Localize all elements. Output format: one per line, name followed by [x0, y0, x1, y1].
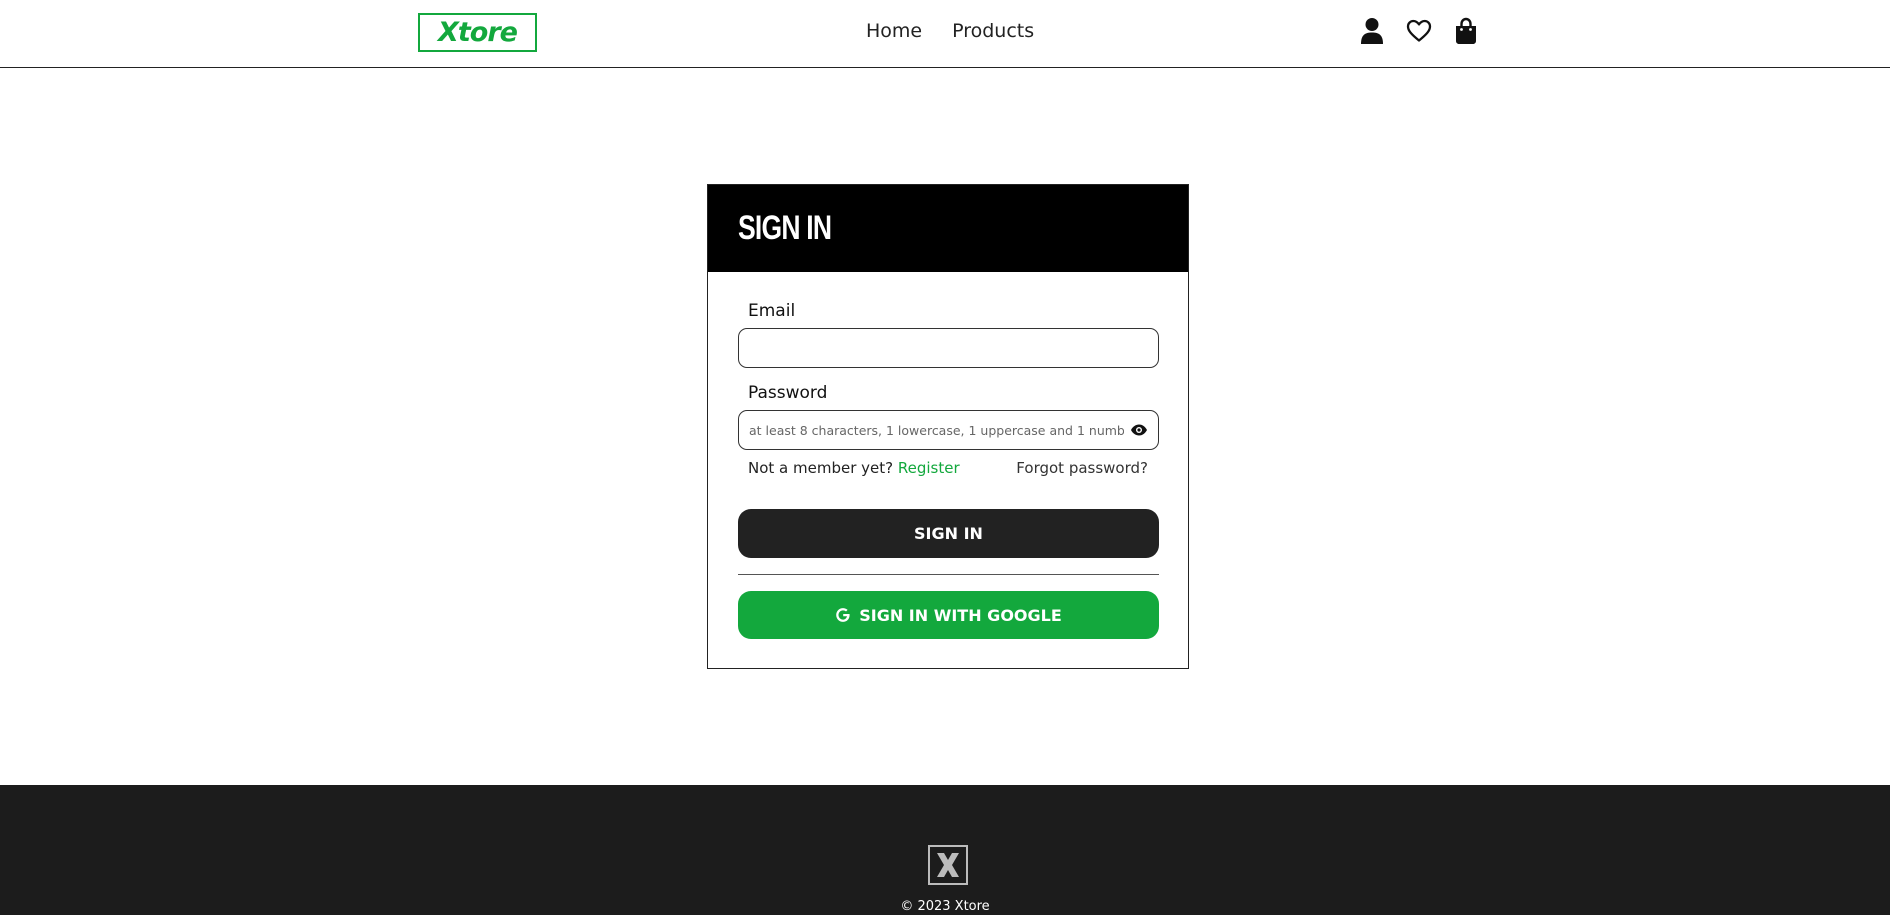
email-field[interactable] — [749, 340, 1148, 356]
divider — [738, 574, 1159, 575]
main-nav: Home Products — [866, 20, 1034, 42]
signin-title: SIGN IN — [738, 209, 832, 247]
forgot-password-link[interactable]: Forgot password? — [1016, 459, 1148, 477]
eye-icon[interactable] — [1130, 423, 1148, 437]
password-field-wrapper — [738, 410, 1159, 450]
signin-card-header: SIGN IN — [708, 185, 1188, 272]
site-header: Xtore Home Products — [0, 0, 1890, 68]
not-member-text: Not a member yet? — [748, 459, 898, 477]
x-logo-icon[interactable] — [928, 845, 968, 885]
user-icon[interactable] — [1358, 16, 1385, 46]
password-field[interactable] — [749, 422, 1124, 438]
email-field-wrapper — [738, 328, 1159, 368]
site-footer: © 2023 Xtore — [0, 785, 1890, 915]
google-signin-button[interactable]: SIGN IN WITH GOOGLE — [738, 591, 1159, 639]
signin-form: Email Password Not a member yet? Registe… — [708, 272, 1188, 639]
header-icons — [1358, 16, 1479, 46]
logo-text: Xtore — [438, 17, 518, 48]
not-member-row: Not a member yet? Register — [748, 459, 960, 477]
shopping-bag-icon[interactable] — [1452, 16, 1479, 46]
copyright-text: © 2023 Xtore — [900, 899, 990, 914]
register-link[interactable]: Register — [898, 459, 960, 477]
auth-links: Not a member yet? Register Forgot passwo… — [738, 459, 1158, 477]
heart-icon[interactable] — [1405, 16, 1432, 46]
password-label: Password — [748, 383, 828, 403]
signin-card: SIGN IN Email Password Not a member yet?… — [707, 184, 1189, 669]
email-label: Email — [748, 301, 796, 321]
xtore-logo[interactable]: Xtore — [418, 13, 537, 52]
signin-button[interactable]: SIGN IN — [738, 509, 1159, 558]
google-signin-label: SIGN IN WITH GOOGLE — [859, 605, 1062, 625]
google-icon — [836, 608, 850, 622]
nav-products-link[interactable]: Products — [952, 20, 1034, 42]
nav-home-link[interactable]: Home — [866, 20, 922, 42]
